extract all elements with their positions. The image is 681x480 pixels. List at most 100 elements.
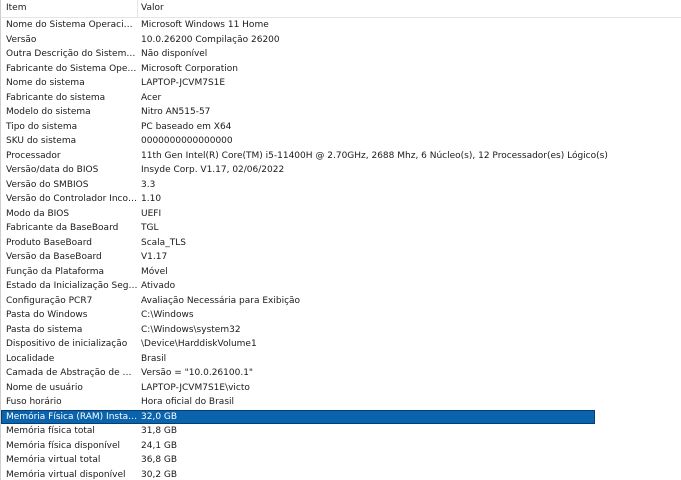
table-row[interactable]: Modelo do sistema Nitro AN515-57 (1, 105, 681, 120)
table-row[interactable]: Processador 11th Gen Intel(R) Core(TM) i5… (1, 149, 681, 164)
row-item-label: Memória virtual disponível (6, 469, 126, 480)
row-value: 31,8 GB (141, 426, 178, 436)
row-value: Hora oficial do Brasil (141, 397, 235, 407)
row-value: 10.0.26200 Compilação 26200 (141, 34, 280, 45)
row-value: 30,2 GB (141, 469, 178, 480)
table-row[interactable]: Dispositivo de inicialização \Device\Hard… (1, 337, 681, 352)
row-value: Móvel (141, 266, 168, 277)
row-value: Insyde Corp. V1.17, 02/06/2022 (141, 165, 285, 175)
row-value: LAPTOP-JCVM7S1E\victo (141, 382, 250, 393)
row-item-label: Função da Plataforma (6, 266, 104, 277)
row-item-label: Fabricante do sistema (6, 92, 106, 103)
row-item-label: Localidade (6, 353, 55, 364)
table-row[interactable]: Versão do Controlador Incorp... 1.10 (1, 192, 681, 207)
row-item-label: Fabricante da BaseBoard (6, 223, 119, 233)
row-value: Versão = "10.0.26100.1" (141, 368, 254, 378)
row-item-label: Dispositivo de inicialização (6, 339, 128, 349)
row-value: 11th Gen Intel(R) Core(TM) i5-11400H @ 2… (141, 150, 608, 161)
list-header: Item Valor (1, 0, 681, 18)
table-row[interactable]: Localidade Brasil (1, 352, 681, 367)
table-row[interactable]: Pasta do Windows C:\Windows (1, 308, 681, 323)
row-value: Microsoft Corporation (141, 63, 238, 74)
column-header-value[interactable]: Valor (138, 0, 681, 17)
row-item-label: Nome do sistema (6, 78, 85, 88)
table-row[interactable]: Memória Física (RAM) Instalada 32,0 GB (1, 409, 681, 424)
table-row[interactable]: Função da Plataforma Móvel (1, 265, 681, 280)
row-value: Microsoft Windows 11 Home (141, 20, 269, 30)
row-value: C:\Windows\system32 (141, 324, 241, 335)
list-rows: Nome do Sistema Operacional Microsoft Win… (1, 18, 681, 480)
table-row[interactable]: Pasta do sistema C:\Windows\system32 (1, 323, 681, 338)
row-item-label: Fabricante do Sistema Operaci... (6, 63, 138, 74)
row-item-label: Versão do SMBIOS (6, 179, 89, 190)
row-value: UEFI (141, 208, 162, 219)
table-row[interactable]: Tipo do sistema PC baseado em X64 (1, 120, 681, 135)
table-row[interactable]: Fabricante do Sistema Operaci... Microsof… (1, 62, 681, 77)
row-item-label: Fuso horário (6, 397, 62, 407)
table-row[interactable]: Versão 10.0.26200 Compilação 26200 (1, 33, 681, 48)
table-row[interactable]: Nome do sistema LAPTOP-JCVM7S1E (1, 76, 681, 91)
row-value: 0000000000000000 (141, 136, 233, 146)
row-item-label: Processador (6, 150, 61, 161)
row-value: PC baseado em X64 (141, 121, 232, 132)
row-value: LAPTOP-JCVM7S1E (141, 78, 226, 88)
table-row[interactable]: Camada de Abstração de Har... Versão = "1… (1, 366, 681, 381)
row-value: Não disponível (141, 49, 208, 59)
table-row[interactable]: Nome do Sistema Operacional Microsoft Win… (1, 18, 681, 33)
table-row[interactable]: Estado da Inicialização Segura Ativado (1, 279, 681, 294)
system-info-list[interactable]: Item Valor Nome do Sistema Operacional Mi… (0, 0, 681, 480)
table-row[interactable]: Memória virtual total 36,8 GB (1, 453, 681, 468)
row-value: Brasil (141, 353, 167, 364)
row-item-label: Pasta do Windows (6, 310, 88, 320)
row-item-label: Tipo do sistema (6, 121, 78, 132)
row-value: C:\Windows (141, 310, 194, 320)
row-item-label: Pasta do sistema (6, 324, 83, 335)
table-row[interactable]: Memória física disponível 24,1 GB (1, 439, 681, 454)
table-row[interactable]: Fabricante da BaseBoard TGL (1, 221, 681, 236)
table-row[interactable]: SKU do sistema 0000000000000000 (1, 134, 681, 149)
table-row[interactable]: Nome de usuário LAPTOP-JCVM7S1E\victo (1, 381, 681, 396)
table-row[interactable]: Versão do SMBIOS 3.3 (1, 178, 681, 193)
row-item-label: Camada de Abstração de Har... (6, 368, 138, 378)
row-item-label: Nome de usuário (6, 382, 83, 393)
row-item-label: Memória virtual total (6, 455, 101, 465)
row-item-label: Produto BaseBoard (6, 237, 92, 248)
row-value: Avaliação Necessária para Exibição (141, 295, 301, 306)
table-row[interactable]: Memória virtual disponível 30,2 GB (1, 468, 681, 480)
row-item-label: Memória física disponível (6, 440, 121, 451)
row-item-label: Modelo do sistema (6, 107, 91, 117)
row-item-label: Configuração PCR7 (6, 295, 93, 306)
row-value: Ativado (141, 281, 176, 291)
row-item-label: Versão (6, 34, 37, 45)
row-item-label: Memória física total (6, 426, 95, 436)
table-row[interactable]: Modo da BIOS UEFI (1, 207, 681, 222)
table-row[interactable]: Outra Descrição do Sistema O... Não dispo… (1, 47, 681, 62)
row-value: 3.3 (141, 179, 156, 190)
row-value: Acer (141, 92, 162, 103)
table-row[interactable]: Versão/data do BIOS Insyde Corp. V1.17, 0… (1, 163, 681, 178)
row-value: Scala_TLS (141, 237, 186, 248)
table-row[interactable]: Memória física total 31,8 GB (1, 424, 681, 439)
row-item-label: Estado da Inicialização Segura (6, 281, 138, 291)
row-item-label: SKU do sistema (6, 136, 77, 146)
table-row[interactable]: Configuração PCR7 Avaliação Necessária pa… (1, 294, 681, 309)
row-item-label: Versão do Controlador Incorp... (6, 194, 138, 204)
table-row[interactable]: Fabricante do sistema Acer (1, 91, 681, 106)
table-row[interactable]: Fuso horário Hora oficial do Brasil (1, 395, 681, 410)
row-value: V1.17 (141, 252, 168, 262)
table-row[interactable]: Versão da BaseBoard V1.17 (1, 250, 681, 265)
row-item-label: Outra Descrição do Sistema O... (6, 49, 138, 59)
row-value: \Device\HarddiskVolume1 (141, 339, 257, 349)
column-header-item[interactable]: Item (1, 0, 138, 17)
row-value: 36,8 GB (141, 455, 178, 465)
row-value: 24,1 GB (141, 440, 178, 451)
row-item-label: Versão da BaseBoard (6, 252, 102, 262)
row-item-label: Memória Física (RAM) Instalada (6, 411, 138, 422)
table-row[interactable]: Produto BaseBoard Scala_TLS (1, 236, 681, 251)
row-value: Nitro AN515-57 (141, 107, 211, 117)
row-value: TGL (141, 223, 159, 233)
row-value: 32,0 GB (141, 411, 178, 422)
row-item-label: Versão/data do BIOS (6, 165, 99, 175)
row-item-label: Modo da BIOS (6, 208, 70, 219)
row-value: 1.10 (141, 194, 162, 204)
